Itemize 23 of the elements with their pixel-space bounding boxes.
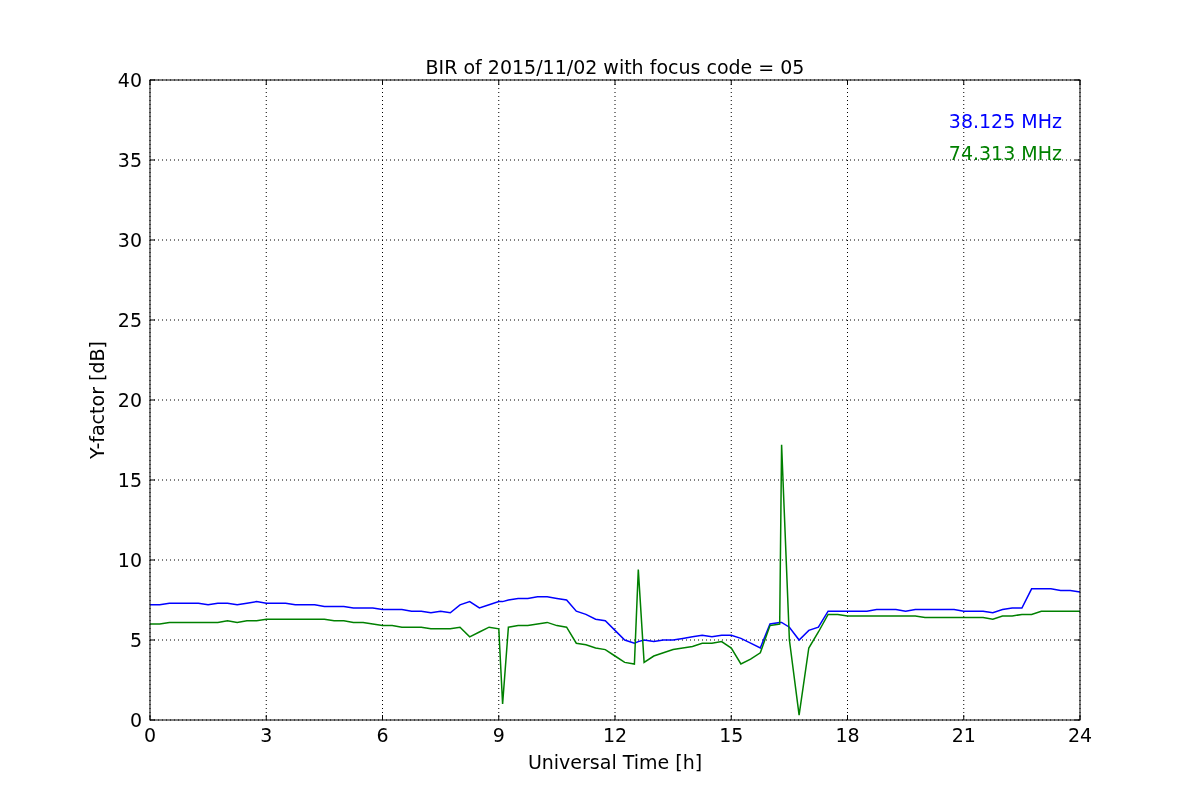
y-tick-label: 5: [129, 629, 142, 651]
x-tick-label: 15: [719, 724, 744, 746]
legend-label: 74.313 MHz: [948, 142, 1062, 164]
y-tick-label: 40: [117, 69, 142, 91]
y-tick-label: 35: [117, 149, 142, 171]
y-tick-label: 20: [117, 389, 142, 411]
x-tick-label: 6: [376, 724, 389, 746]
y-axis-label: Y-factor [dB]: [86, 341, 108, 459]
x-tick-label: 0: [143, 724, 157, 746]
x-tick-label: 12: [602, 724, 628, 746]
y-tick-label: 10: [117, 549, 142, 571]
y-tick-label: 15: [117, 469, 142, 491]
x-tick-label: 3: [260, 724, 273, 746]
y-tick-label: 30: [117, 229, 142, 251]
legend-label: 38.125 MHz: [948, 110, 1062, 132]
x-tick-label: 9: [492, 724, 505, 746]
x-axis-label: Universal Time [h]: [527, 751, 703, 773]
x-tick-label: 21: [951, 724, 976, 746]
y-tick-label: 25: [117, 309, 142, 331]
chart-title: BIR of 2015/11/02 with focus code = 05: [425, 56, 805, 78]
y-tick-label: 0: [129, 709, 142, 731]
x-tick-label: 18: [835, 724, 860, 746]
x-tick-label: 24: [1067, 724, 1093, 746]
